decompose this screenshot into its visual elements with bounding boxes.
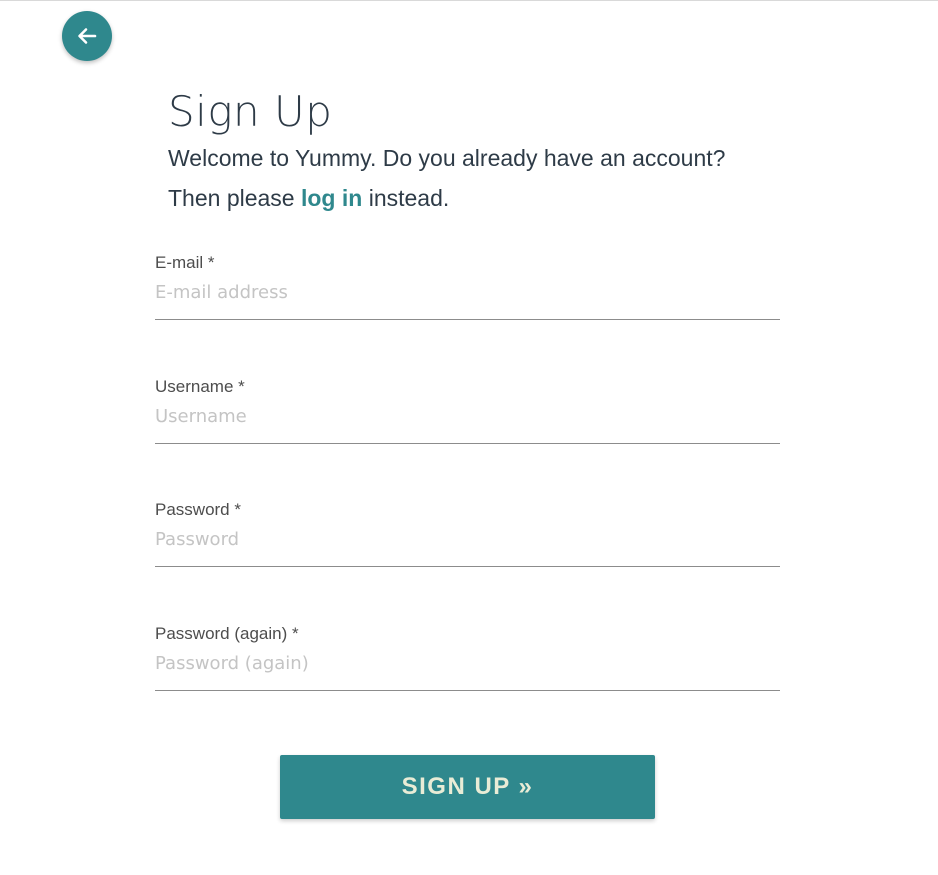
intro-line-2: Then please log in instead. — [168, 178, 808, 218]
intro-suffix: instead. — [362, 185, 450, 211]
email-field-group: E-mail * — [155, 253, 780, 320]
arrow-left-icon — [78, 28, 97, 44]
password-again-field-group: Password (again) * — [155, 624, 780, 691]
email-label: E-mail * — [155, 253, 215, 272]
intro-text: Welcome to Yummy. Do you already have an… — [168, 138, 808, 218]
login-link[interactable]: log in — [301, 185, 362, 211]
username-field[interactable] — [155, 404, 775, 430]
top-divider — [0, 0, 938, 1]
password-again-field[interactable] — [155, 651, 775, 677]
password-field[interactable] — [155, 527, 775, 553]
password-label: Password * — [155, 500, 241, 519]
username-field-group: Username * — [155, 377, 780, 444]
back-button[interactable] — [62, 11, 112, 61]
page-title: Sign Up — [168, 87, 333, 136]
email-field[interactable] — [155, 280, 775, 306]
password-field-group: Password * — [155, 500, 780, 567]
password-again-label: Password (again) * — [155, 624, 299, 643]
username-label: Username * — [155, 377, 245, 396]
sign-up-button[interactable]: SIGN UP » — [280, 755, 655, 819]
intro-prefix: Then please — [168, 185, 301, 211]
intro-line-1: Welcome to Yummy. Do you already have an… — [168, 145, 726, 171]
